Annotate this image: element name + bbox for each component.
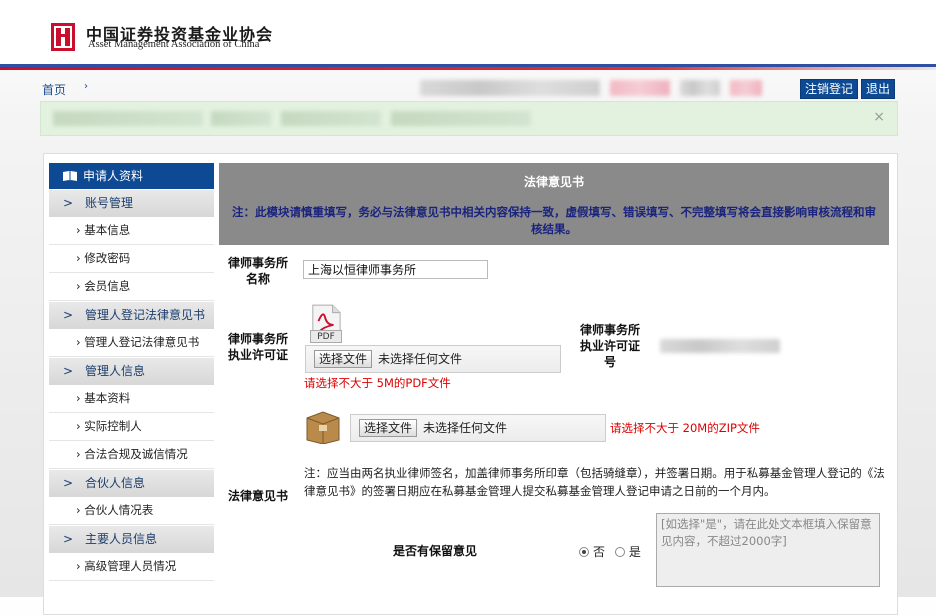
sidebar-item-label: 高级管理人员情况 bbox=[84, 559, 177, 573]
redacted-user-info-red bbox=[610, 80, 670, 96]
header-band-red bbox=[0, 67, 936, 70]
redacted-notice-text-4 bbox=[391, 111, 531, 126]
reserve-radio-group: 否 是 bbox=[579, 543, 641, 560]
notice-close-icon[interactable]: × bbox=[873, 109, 885, 125]
redacted-user-info-3 bbox=[730, 80, 762, 96]
sidebar-item-legal-opinion[interactable]: › 管理人登记法律意见书 bbox=[49, 329, 214, 357]
sidebar-group-label: 合伙人信息 bbox=[85, 476, 146, 490]
sidebar-item-label: 实际控制人 bbox=[84, 419, 142, 433]
reserve-radio-yes[interactable] bbox=[614, 547, 625, 557]
logout-registration-button[interactable]: 注销登记 bbox=[800, 79, 859, 99]
sidebar-group-account[interactable]: > 账号管理 bbox=[49, 189, 214, 217]
redacted-notice-text-2 bbox=[211, 111, 271, 126]
sidebar-group-manager-info[interactable]: > 管理人信息 bbox=[49, 357, 214, 385]
sidebar-group-legal-opinion[interactable]: > 管理人登记法律意见书 bbox=[49, 301, 214, 329]
sidebar-group-label: 管理人登记法律意见书 bbox=[85, 308, 206, 322]
org-name-en: Asset Management Association of China bbox=[88, 39, 260, 50]
opinion-file-status: 未选择任何文件 bbox=[423, 421, 508, 435]
sidebar-group-label: 主要人员信息 bbox=[85, 532, 158, 546]
legal-opinion-note: 注：应当由两名执业律师签名，加盖律师事务所印章（包括骑缝章），并签署日期。用于私… bbox=[304, 466, 885, 498]
content-area: 法律意见书 注：此模块请慎重填写，务必与法律意见书中相关内容保持一致，虚假填写、… bbox=[219, 163, 889, 245]
chevron-right-icon: > bbox=[63, 364, 74, 378]
site-header: 中国证券投资基金业协会 Asset Management Association… bbox=[0, 0, 936, 66]
legal-opinion-label: 法律意见书 bbox=[227, 489, 288, 503]
chevron-right-icon: > bbox=[63, 476, 74, 490]
book-icon bbox=[63, 171, 77, 181]
chevron-right-icon: > bbox=[63, 308, 74, 322]
pdf-icon-label: PDF bbox=[310, 330, 342, 343]
association-logo-icon bbox=[51, 23, 75, 51]
license-file-picker: 选择文件 未选择任何文件 bbox=[305, 345, 561, 373]
reserve-opinion-label: 是否有保留意见 bbox=[392, 544, 477, 558]
chevron-right-icon: > bbox=[63, 532, 74, 546]
sidebar-group-partner-info[interactable]: > 合伙人信息 bbox=[49, 469, 214, 497]
license-file-status: 未选择任何文件 bbox=[378, 352, 463, 366]
content-header: 法律意见书 注：此模块请慎重填写，务必与法律意见书中相关内容保持一致，虚假填写、… bbox=[219, 163, 889, 245]
redacted-user-info bbox=[420, 80, 600, 96]
sidebar-item-member-info[interactable]: › 会员信息 bbox=[49, 273, 214, 301]
sidebar-item-partner-table[interactable]: › 合伙人情况表 bbox=[49, 497, 214, 525]
sidebar-item-basic-info[interactable]: › 基本信息 bbox=[49, 217, 214, 245]
sidebar-item-compliance[interactable]: › 合法合规及诚信情况 bbox=[49, 441, 214, 469]
redacted-notice-text bbox=[53, 111, 203, 126]
sidebar-item-label: 合法合规及诚信情况 bbox=[84, 447, 188, 461]
opinion-file-picker: 选择文件 未选择任何文件 bbox=[350, 414, 606, 442]
sidebar-item-label: 基本信息 bbox=[84, 223, 131, 237]
reserve-radio-yes-label: 是 bbox=[628, 545, 641, 559]
reserve-opinion-textarea[interactable]: [如选择"是"，请在此处文本框填入保留意见内容，不超过2000字] bbox=[656, 513, 880, 587]
sidebar-header-label: 申请人资料 bbox=[83, 169, 144, 183]
pdf-size-hint: 请选择不大于 5M的PDF文件 bbox=[304, 376, 451, 390]
sidebar-group-key-personnel[interactable]: > 主要人员信息 bbox=[49, 525, 214, 553]
zip-size-hint: 请选择不大于 20M的ZIP文件 bbox=[610, 421, 760, 435]
chevron-right-icon: > bbox=[63, 196, 74, 210]
license-number-label: 律师事务所执业许可证号 bbox=[579, 323, 640, 369]
sidebar-header: 申请人资料 bbox=[49, 163, 214, 189]
firm-name-label: 律师事务所名称 bbox=[227, 256, 288, 286]
exit-button[interactable]: 退出 bbox=[861, 79, 896, 99]
sidebar-item-change-password[interactable]: › 修改密码 bbox=[49, 245, 214, 273]
sidebar-item-label: 会员信息 bbox=[84, 279, 131, 293]
sidebar-item-label: 管理人登记法律意见书 bbox=[84, 335, 200, 349]
license-label: 律师事务所执业许可证 bbox=[227, 332, 288, 362]
warning-text: 注：此模块请慎重填写，务必与法律意见书中相关内容保持一致，虚假填写、错误填写、不… bbox=[232, 205, 876, 236]
notice-bar: × bbox=[40, 101, 898, 136]
reserve-radio-no-label: 否 bbox=[593, 545, 606, 559]
redacted-notice-text-3 bbox=[281, 111, 381, 126]
sidebar-item-senior-management[interactable]: › 高级管理人员情况 bbox=[49, 553, 214, 581]
sidebar-item-label: 修改密码 bbox=[84, 251, 131, 265]
sidebar-group-label: 管理人信息 bbox=[85, 364, 146, 378]
sidebar-group-label: 账号管理 bbox=[85, 196, 134, 210]
sidebar-item-controller[interactable]: › 实际控制人 bbox=[49, 413, 214, 441]
sidebar-item-basic-data[interactable]: › 基本资料 bbox=[49, 385, 214, 413]
sidebar-item-label: 合伙人情况表 bbox=[84, 503, 154, 517]
sidebar-item-label: 基本资料 bbox=[84, 391, 131, 405]
redacted-user-info-2 bbox=[680, 80, 720, 96]
reserve-radio-no[interactable] bbox=[579, 547, 589, 557]
license-choose-file-button[interactable]: 选择文件 bbox=[314, 350, 373, 368]
firm-name-input[interactable]: 上海以恒律师事务所 bbox=[303, 260, 488, 279]
breadcrumb-arrow-icon: › bbox=[84, 81, 88, 92]
sidebar: 申请人资料 > 账号管理 › 基本信息 › 修改密码 › 会员信息 > 管理人登记法… bbox=[49, 163, 214, 581]
redacted-license-number bbox=[660, 339, 780, 353]
zip-archive-icon bbox=[306, 411, 340, 444]
opinion-choose-file-button[interactable]: 选择文件 bbox=[359, 419, 418, 437]
page-title: 法律意见书 bbox=[523, 175, 584, 189]
home-link[interactable]: 首页 bbox=[42, 81, 66, 98]
